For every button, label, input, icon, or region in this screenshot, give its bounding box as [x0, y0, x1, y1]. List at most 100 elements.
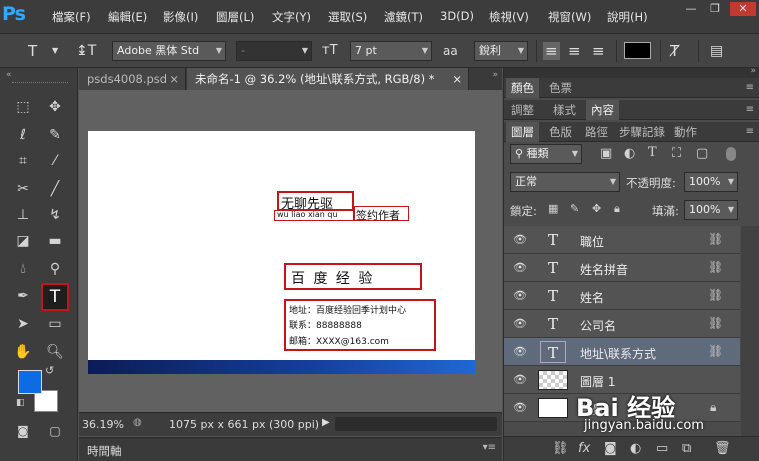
menu-3d[interactable]: 3D(D) — [440, 9, 474, 23]
play-icon[interactable]: ▶ — [322, 417, 330, 428]
new-layer-icon[interactable]: ⧉ — [682, 441, 691, 456]
move-tool-icon[interactable]: ✥ — [44, 96, 66, 118]
panel-menu-icon[interactable]: ▾≡ — [483, 442, 496, 453]
menu-window[interactable]: 視窗(W) — [548, 9, 591, 25]
gradient-tool-icon[interactable]: ▬ — [44, 230, 66, 252]
horizontal-scrollbar[interactable] — [335, 417, 497, 431]
collapse-icon[interactable]: « — [6, 70, 12, 80]
type-tool-preset-icon[interactable]: T — [28, 42, 37, 60]
history-brush-icon[interactable]: ↯ — [44, 204, 66, 226]
opacity-input[interactable]: 100% ▼ — [684, 172, 738, 192]
align-right-icon[interactable]: ≡ — [592, 42, 605, 60]
screen-mode-icon[interactable]: ▢ — [44, 420, 66, 442]
timeline-tab[interactable]: 時間軸 — [87, 443, 122, 459]
type-tool-icon[interactable]: T — [41, 283, 69, 311]
menu-select[interactable]: 選取(S) — [328, 9, 367, 25]
filter-pixel-icon[interactable]: ▣ — [600, 146, 612, 161]
zoom-level[interactable]: 36.19% — [82, 418, 124, 431]
default-colors-icon[interactable]: ◧ — [16, 398, 25, 408]
eraser-tool-icon[interactable]: ◪ — [12, 230, 34, 252]
crop-tool-icon[interactable]: ⌗ — [12, 150, 34, 172]
tab-history[interactable]: 步驟記錄 — [614, 122, 670, 142]
text-color-swatch[interactable] — [624, 42, 651, 59]
eye-icon[interactable]: 👁︎ — [513, 373, 527, 386]
tab-properties[interactable]: 內容 — [586, 100, 619, 120]
layer-filter-select[interactable]: ⚲ 種類 ▼ — [510, 144, 582, 164]
zoom-tool-icon[interactable]: 🔍︎ — [44, 341, 66, 363]
layers-scrollbar[interactable] — [741, 226, 759, 436]
menu-help[interactable]: 說明(H) — [607, 9, 648, 25]
quick-select-tool-icon[interactable]: ✎ — [44, 124, 66, 146]
tab-adjustments[interactable]: 調整 — [506, 100, 539, 120]
panel-menu-icon[interactable]: ≡ — [746, 126, 754, 137]
restore-icon[interactable]: ❐ — [704, 2, 726, 16]
menu-filter[interactable]: 濾鏡(T) — [384, 9, 423, 25]
warp-text-icon[interactable]: Ⱦ — [670, 42, 679, 60]
filter-type-icon[interactable]: T — [648, 145, 657, 160]
menu-edit[interactable]: 編輯(E) — [108, 9, 147, 25]
tab-styles[interactable]: 樣式 — [548, 100, 581, 120]
filter-adjustment-icon[interactable]: ◐ — [624, 146, 635, 161]
quick-mask-icon[interactable]: ◙ — [12, 420, 34, 442]
antialias-select[interactable]: 銳利 ▼ — [474, 41, 528, 61]
healing-tool-icon[interactable]: ✂ — [12, 178, 34, 200]
lock-all-icon[interactable]: 🔒︎ — [614, 202, 620, 216]
align-center-icon[interactable]: ≡ — [568, 42, 581, 60]
font-size-select[interactable]: 7 pt ▼ — [350, 41, 432, 61]
menu-view[interactable]: 檢視(V) — [489, 9, 529, 25]
font-family-select[interactable]: Adobe 黑体 Std ▼ — [112, 41, 226, 61]
tab-paths[interactable]: 路徑 — [580, 122, 613, 142]
panel-menu-icon[interactable]: ≡ — [746, 82, 754, 93]
collapse-icon[interactable]: » — [750, 66, 756, 76]
eye-icon[interactable]: 👁︎ — [513, 261, 527, 274]
layer-row[interactable]: 👁︎ T 公司名 ⛓︎ — [504, 310, 740, 338]
toggle-orientation-icon[interactable]: ↨T — [76, 42, 96, 60]
font-style-select[interactable]: - ▼ — [236, 41, 312, 61]
tab-color[interactable]: 顏色 — [506, 78, 539, 98]
brush-tool-icon[interactable]: ╱ — [44, 178, 66, 200]
document-info-icon[interactable]: ◍ — [133, 417, 142, 428]
filter-shape-icon[interactable]: ⛶ — [672, 146, 681, 161]
fill-input[interactable]: 100% ▼ — [684, 200, 738, 220]
link-layers-icon[interactable]: ⛓︎ — [552, 441, 569, 456]
align-left-icon[interactable]: ≡ — [543, 42, 560, 60]
rectangle-tool-icon[interactable]: ▭ — [44, 313, 66, 335]
layer-row[interactable]: 👁︎ T 職位 ⛓︎ — [504, 226, 740, 254]
swap-colors-icon[interactable]: ↺ — [45, 364, 54, 377]
filter-toggle[interactable] — [726, 147, 736, 161]
lock-position-icon[interactable]: ✥ — [592, 202, 601, 215]
trash-icon[interactable]: 🗑︎ — [714, 441, 731, 456]
add-mask-icon[interactable]: ◙ — [604, 441, 617, 456]
minimize-icon[interactable]: — — [680, 2, 702, 16]
lock-transparency-icon[interactable]: ▦ — [548, 202, 558, 215]
tab-actions[interactable]: 動作 — [669, 122, 702, 142]
eyedropper-tool-icon[interactable]: ⁄ — [44, 150, 66, 172]
business-card-document[interactable]: 无聊先驱 wu liao xian qu 签约作者 百 度 经 验 地址：百度经… — [88, 131, 475, 374]
eye-icon[interactable]: 👁︎ — [513, 345, 527, 358]
menu-file[interactable]: 檔案(F) — [52, 9, 91, 25]
marquee-tool-icon[interactable]: ⬚ — [12, 96, 34, 118]
character-panel-icon[interactable]: ▤ — [710, 42, 723, 60]
foreground-color-swatch[interactable] — [18, 370, 42, 394]
grip[interactable] — [12, 82, 68, 85]
layer-row-selected[interactable]: 👁︎ T 地址\联系方式 ⛓︎ — [504, 338, 740, 366]
eye-icon[interactable]: 👁︎ — [513, 317, 527, 330]
blur-tool-icon[interactable]: 💧︎ — [12, 258, 34, 280]
eye-icon[interactable]: 👁︎ — [513, 233, 527, 246]
panel-menu-icon[interactable]: ≡ — [746, 104, 754, 115]
tab-untitled-1[interactable]: 未命名-1 @ 36.2% (地址\联系方式, RGB/8) * × — [187, 68, 469, 90]
close-icon[interactable]: × — [169, 68, 179, 90]
pen-tool-icon[interactable]: ✒ — [12, 285, 34, 307]
adjustment-layer-icon[interactable]: ◐ — [630, 441, 641, 456]
dodge-tool-icon[interactable]: ⚲ — [44, 258, 66, 280]
layer-row[interactable]: 👁︎ T 姓名拼音 ⛓︎ — [504, 254, 740, 282]
menu-type[interactable]: 文字(Y) — [272, 9, 311, 25]
lock-pixels-icon[interactable]: ✎ — [570, 202, 579, 215]
canvas-area[interactable]: 无聊先驱 wu liao xian qu 签约作者 百 度 经 验 地址：百度经… — [79, 90, 502, 412]
layer-style-icon[interactable]: fx — [578, 441, 590, 456]
tab-swatches[interactable]: 色票 — [544, 78, 577, 98]
eye-icon[interactable]: 👁︎ — [513, 289, 527, 302]
stamp-tool-icon[interactable]: ⊥ — [12, 204, 34, 226]
menu-image[interactable]: 影像(I) — [163, 9, 198, 25]
lasso-tool-icon[interactable]: ℓ — [12, 124, 34, 146]
